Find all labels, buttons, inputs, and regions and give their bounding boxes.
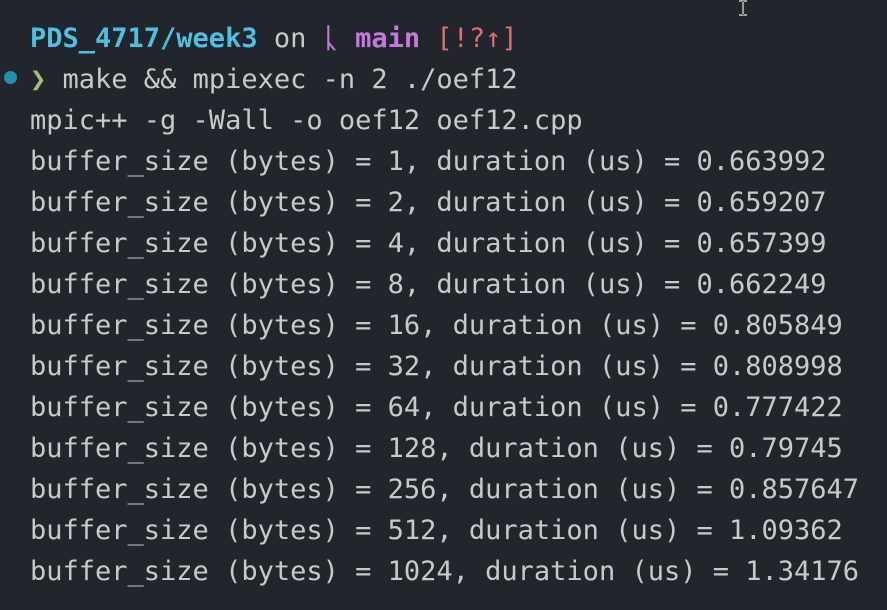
current-directory: PDS_4717/week3 xyxy=(30,23,258,54)
git-branch-icon: ᚳ xyxy=(322,23,339,54)
output-line: buffer_size (bytes) = 32, duration (us) … xyxy=(30,351,843,382)
output-line: buffer_size (bytes) = 1, duration (us) =… xyxy=(30,146,827,177)
output-line: buffer_size (bytes) = 128, duration (us)… xyxy=(30,433,843,464)
output-line: buffer_size (bytes) = 2, duration (us) =… xyxy=(30,187,827,218)
git-status: [!?↑] xyxy=(436,23,518,54)
command-status-dot-icon xyxy=(4,71,17,84)
output-line: buffer_size (bytes) = 16, duration (us) … xyxy=(30,310,843,341)
text-cursor-icon xyxy=(739,0,747,16)
output-line: buffer_size (bytes) = 64, duration (us) … xyxy=(30,392,843,423)
output-line: buffer_size (bytes) = 1024, duration (us… xyxy=(30,556,860,587)
output-line: buffer_size (bytes) = 8, duration (us) =… xyxy=(30,269,827,300)
output-line: buffer_size (bytes) = 4, duration (us) =… xyxy=(30,228,827,259)
command-line[interactable]: ❯ make && mpiexec -n 2 ./oef12 xyxy=(30,59,518,100)
output-line: buffer_size (bytes) = 256, duration (us)… xyxy=(30,474,860,505)
prompt-info-line: PDS_4717/week3 on ᚳ main [!?↑] xyxy=(30,18,518,59)
prompt-chevron-icon: ❯ xyxy=(30,64,47,95)
terminal-window[interactable]: PDS_4717/week3 on ᚳ main [!?↑] ❯ make &&… xyxy=(0,0,887,610)
command-text: make && mpiexec -n 2 ./oef12 xyxy=(62,64,518,95)
on-label: on xyxy=(273,23,307,54)
output-line: buffer_size (bytes) = 512, duration (us)… xyxy=(30,515,843,546)
git-branch-name: main xyxy=(355,23,421,54)
output-line: mpic++ -g -Wall -o oef12 oef12.cpp xyxy=(30,105,583,136)
